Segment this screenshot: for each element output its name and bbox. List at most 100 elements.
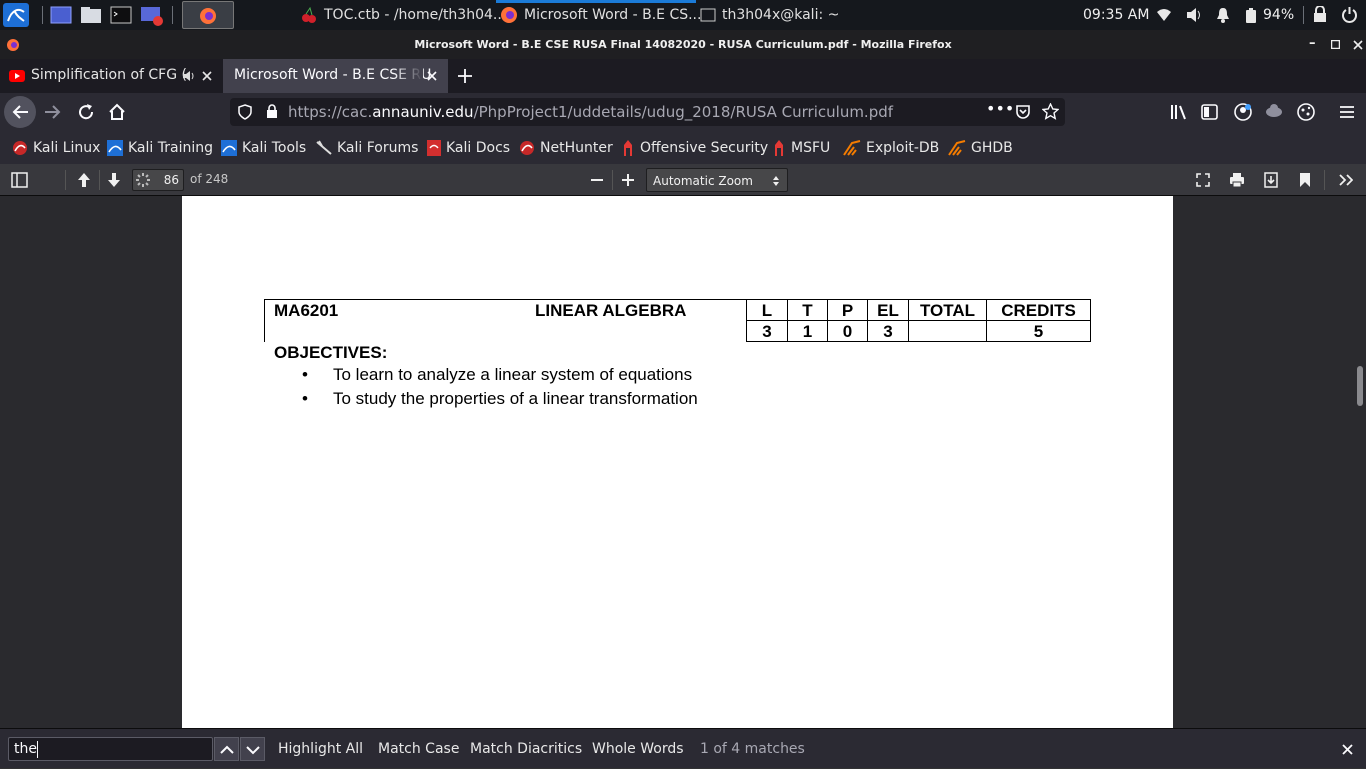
- firefox-icon: [501, 7, 517, 23]
- maximize-button[interactable]: [1331, 40, 1340, 49]
- lock-screen-icon[interactable]: [1313, 6, 1327, 23]
- pdf-viewer[interactable]: MA6201 LINEAR ALGEBRA L T P EL TOTAL CRE…: [0, 196, 1366, 728]
- find-next-button[interactable]: [240, 737, 265, 761]
- navigation-toolbar: https://cac.annauniv.edu/PhpProject1/udd…: [0, 93, 1366, 131]
- bookmark-kali-tools[interactable]: Kali Tools: [221, 131, 306, 164]
- url-prefix: https://cac.: [288, 103, 373, 121]
- vertical-scrollbar-thumb[interactable]: [1357, 366, 1363, 406]
- bookmark-kali-docs[interactable]: Kali Docs: [427, 131, 510, 164]
- sidebar-icon[interactable]: [1201, 104, 1218, 120]
- extension-icon[interactable]: [1265, 104, 1283, 118]
- match-case-toggle[interactable]: Match Case: [378, 729, 459, 769]
- screen-recorder-icon[interactable]: [140, 6, 164, 26]
- back-button[interactable]: [4, 96, 36, 128]
- bookmark-label: Kali Docs: [446, 139, 511, 156]
- cookie-icon[interactable]: [1297, 103, 1315, 121]
- header-t: T: [787, 299, 828, 321]
- bookmark-nethunter[interactable]: NetHunter: [519, 131, 613, 164]
- bookmark-label: Kali Linux: [33, 139, 101, 156]
- terminal-icon: [700, 8, 716, 22]
- find-query: the: [14, 741, 37, 757]
- power-icon[interactable]: [1341, 6, 1358, 23]
- tab-simplification-cfg[interactable]: Simplification of CFG (: [0, 59, 222, 93]
- new-tab-button[interactable]: [457, 68, 473, 84]
- battery-icon[interactable]: [1246, 8, 1256, 23]
- highlight-all-toggle[interactable]: Highlight All: [278, 729, 363, 769]
- bookmark-offensive-security[interactable]: Offensive Security: [621, 131, 768, 164]
- padlock-icon[interactable]: [266, 104, 278, 119]
- previous-page-icon[interactable]: [77, 172, 91, 188]
- value-credits: 5: [986, 320, 1091, 342]
- bookmark-star-icon[interactable]: [1042, 103, 1059, 120]
- objective-text: To learn to analyze a linear system of e…: [333, 365, 693, 384]
- show-desktop-icon[interactable]: [50, 6, 72, 24]
- bullet: •: [302, 389, 308, 408]
- presentation-mode-icon[interactable]: [1196, 173, 1210, 187]
- close-tab-icon[interactable]: [427, 71, 437, 81]
- forward-button[interactable]: [44, 104, 62, 120]
- hamburger-menu-icon[interactable]: [1339, 105, 1355, 119]
- objective-text: To study the properties of a linear tran…: [333, 389, 698, 408]
- task-firefox-window[interactable]: Microsoft Word - B.E CS...: [500, 0, 701, 30]
- bookmark-msfu[interactable]: MSFU: [772, 131, 830, 164]
- task-label: Microsoft Word - B.E CS...: [524, 7, 702, 23]
- firefox-icon: [200, 8, 216, 24]
- value-el: 3: [867, 320, 909, 342]
- close-window-button[interactable]: [1353, 40, 1363, 50]
- pdf-toolbar: 86 of 248 Automatic Zoom: [0, 164, 1366, 196]
- kali-menu-icon[interactable]: [3, 3, 29, 27]
- wifi-icon[interactable]: [1156, 8, 1172, 22]
- print-icon[interactable]: [1229, 172, 1245, 188]
- find-previous-button[interactable]: [214, 737, 239, 761]
- pdf-page: MA6201 LINEAR ALGEBRA L T P EL TOTAL CRE…: [182, 196, 1173, 728]
- home-button[interactable]: [108, 103, 126, 121]
- tab-label: Simplification of CFG (: [31, 67, 187, 83]
- next-page-icon[interactable]: [107, 172, 121, 188]
- file-manager-icon[interactable]: [80, 6, 102, 24]
- value-total: [908, 320, 987, 342]
- bookmark-kali-forums[interactable]: Kali Forums: [316, 131, 418, 164]
- task-toc-ctb[interactable]: TOC.ctb - /home/th3h04...: [300, 0, 506, 30]
- terminal-icon[interactable]: [110, 6, 132, 24]
- url-bar[interactable]: https://cac.annauniv.edu/PhpProject1/udd…: [230, 98, 1065, 126]
- clock[interactable]: 09:35 AM: [1083, 7, 1149, 23]
- bookmark-page-icon[interactable]: [1299, 172, 1311, 188]
- tracking-protection-shield-icon[interactable]: [238, 104, 252, 120]
- course-title: LINEAR ALGEBRA: [535, 301, 687, 320]
- window-title: Microsoft Word - B.E CSE RUSA Final 1408…: [414, 38, 952, 51]
- volume-icon[interactable]: [1186, 7, 1202, 23]
- objectives-heading: OBJECTIVES:: [274, 343, 388, 362]
- zoom-select[interactable]: Automatic Zoom: [646, 168, 788, 192]
- find-input[interactable]: the: [8, 737, 213, 761]
- toggle-sidebar-icon[interactable]: [11, 172, 28, 188]
- tab-microsoft-word-pdf[interactable]: Microsoft Word - B.E CSE RU: [223, 59, 448, 93]
- reload-button[interactable]: [77, 103, 95, 121]
- pocket-icon[interactable]: [1015, 104, 1031, 120]
- bookmark-ghdb[interactable]: GHDB: [948, 131, 1013, 164]
- whole-words-toggle[interactable]: Whole Words: [592, 729, 684, 769]
- minimize-button[interactable]: –: [1309, 36, 1316, 51]
- task-label: TOC.ctb - /home/th3h04...: [324, 7, 507, 23]
- tab-audio-icon[interactable]: [182, 70, 196, 82]
- task-terminal[interactable]: th3h04x@kali: ~: [700, 0, 839, 30]
- account-icon[interactable]: [1234, 103, 1252, 121]
- bookmark-label: MSFU: [791, 139, 831, 156]
- zoom-in-icon[interactable]: [622, 174, 634, 186]
- library-icon[interactable]: [1170, 104, 1188, 120]
- firefox-launcher-active[interactable]: [182, 1, 234, 29]
- tools-menu-icon[interactable]: [1339, 174, 1353, 186]
- msfu-icon: [775, 139, 783, 156]
- close-find-bar-icon[interactable]: [1342, 744, 1353, 755]
- value-l: 3: [746, 320, 788, 342]
- page-number-input[interactable]: 86: [132, 169, 184, 191]
- bookmark-kali-training[interactable]: Kali Training: [107, 131, 213, 164]
- course-header-spacer: [264, 320, 747, 342]
- bookmark-exploit-db[interactable]: Exploit-DB: [843, 131, 939, 164]
- zoom-out-icon[interactable]: [591, 179, 603, 181]
- save-download-icon[interactable]: [1264, 172, 1278, 188]
- page-actions-icon[interactable]: •••: [986, 99, 1014, 118]
- close-tab-icon[interactable]: [202, 71, 212, 81]
- bookmark-kali-linux[interactable]: Kali Linux: [12, 131, 100, 164]
- match-diacritics-toggle[interactable]: Match Diacritics: [470, 729, 582, 769]
- notifications-icon[interactable]: [1216, 7, 1230, 23]
